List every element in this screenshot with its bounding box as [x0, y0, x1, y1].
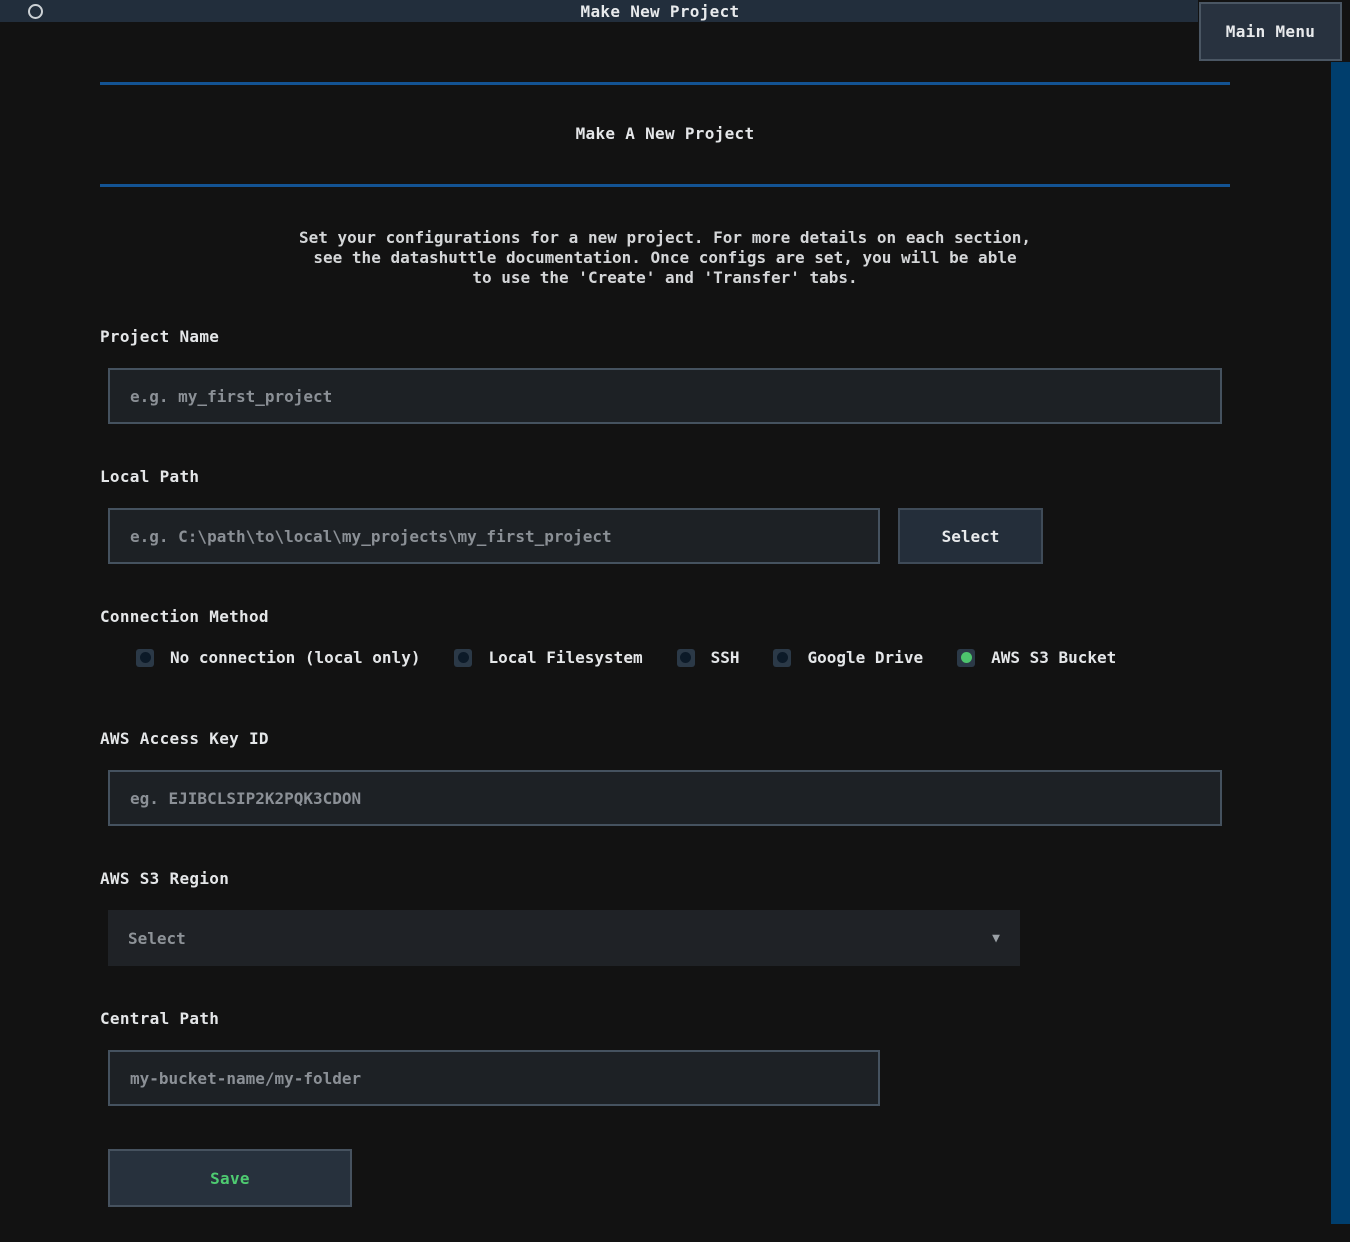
local-path-input[interactable] [108, 508, 880, 564]
project-name-input[interactable] [108, 368, 1222, 424]
radio-button-icon [454, 649, 472, 667]
radio-google-drive[interactable]: Google Drive [773, 648, 923, 667]
local-path-select-button[interactable]: Select [898, 508, 1043, 564]
radio-button-icon [677, 649, 695, 667]
main-menu-button-label: Main Menu [1226, 22, 1315, 41]
save-button-label: Save [210, 1169, 250, 1188]
aws-access-key-label: AWS Access Key ID [100, 729, 1230, 748]
radio-ssh[interactable]: SSH [677, 648, 740, 667]
description-line: Set your configurations for a new projec… [100, 228, 1230, 248]
connection-method-label: Connection Method [100, 607, 1230, 626]
project-name-field: Project Name [100, 327, 1230, 424]
aws-access-key-input[interactable] [108, 770, 1222, 826]
window-title: Make New Project [0, 2, 1320, 21]
aws-access-key-field: AWS Access Key ID [100, 729, 1230, 826]
central-path-input[interactable] [108, 1050, 880, 1106]
connection-method-field: Connection Method No connection (local o… [100, 607, 1230, 667]
connection-method-radio-set: No connection (local only) Local Filesys… [136, 648, 1230, 667]
save-button[interactable]: Save [108, 1149, 352, 1207]
aws-s3-region-label: AWS S3 Region [100, 869, 1230, 888]
description-line: see the datashuttle documentation. Once … [100, 248, 1230, 268]
project-name-label: Project Name [100, 327, 1230, 346]
radio-local-filesystem[interactable]: Local Filesystem [454, 648, 642, 667]
central-path-field: Central Path [100, 1009, 1230, 1106]
header-rule-bottom [100, 184, 1230, 187]
main-menu-button[interactable]: Main Menu [1199, 2, 1342, 61]
aws-s3-region-field: AWS S3 Region Select ▼ [100, 869, 1230, 966]
radio-no-connection[interactable]: No connection (local only) [136, 648, 420, 667]
make-new-project-panel: Make A New Project Set your configuratio… [100, 82, 1230, 1207]
central-path-label: Central Path [100, 1009, 1230, 1028]
vertical-scrollbar[interactable] [1331, 62, 1350, 1224]
local-path-label: Local Path [100, 467, 1230, 486]
radio-aws-s3-bucket[interactable]: AWS S3 Bucket [957, 648, 1116, 667]
radio-button-icon [957, 649, 975, 667]
radio-button-icon [773, 649, 791, 667]
radio-button-icon [136, 649, 154, 667]
aws-s3-region-select[interactable]: Select ▼ [108, 910, 1020, 966]
aws-s3-region-selected-value: Select [128, 929, 186, 948]
local-path-select-button-label: Select [942, 527, 1000, 546]
description-line: to use the 'Create' and 'Transfer' tabs. [100, 268, 1230, 288]
local-path-field: Local Path Select [100, 467, 1230, 564]
page-title: Make A New Project [100, 85, 1230, 184]
chevron-down-icon: ▼ [992, 931, 1000, 946]
page-description: Set your configurations for a new projec… [100, 228, 1230, 288]
